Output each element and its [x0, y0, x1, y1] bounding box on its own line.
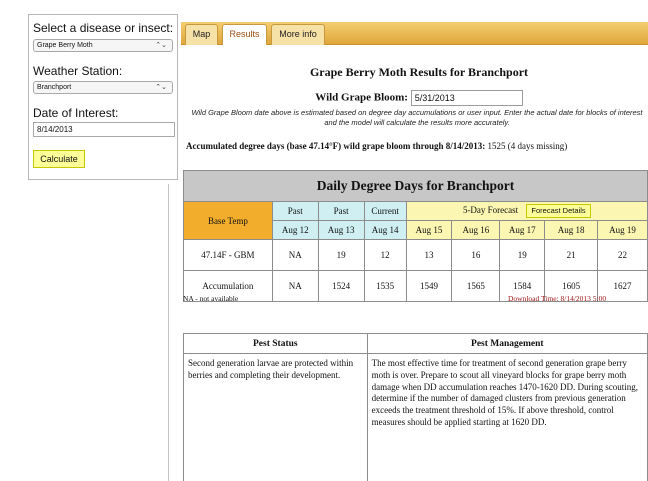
past-header: Past: [271, 201, 319, 221]
results-title: Grape Berry Moth Results for Branchport: [309, 65, 529, 79]
table-cell: 1565: [451, 270, 501, 302]
tab-results[interactable]: Results: [222, 24, 267, 45]
forecast-header: 5-Day Forecast Forecast Details: [405, 201, 648, 221]
date-header: Aug 12: [271, 220, 319, 240]
forecast-details-button[interactable]: Forecast Details: [526, 204, 591, 218]
disease-select-value: Grape Berry Moth: [37, 42, 93, 49]
station-select[interactable]: Branchport ⌃⌄: [33, 81, 173, 94]
table-cell: NA: [271, 239, 319, 271]
table-row: 47.14F - GBM NA 19 12 13 16 19 21 22: [183, 239, 648, 271]
bloom-note: Wild Grape Bloom date above is estimated…: [191, 108, 643, 127]
date-input[interactable]: 8/14/2013: [33, 122, 175, 137]
table-cell: NA: [271, 270, 319, 302]
table-cell: 19: [499, 239, 546, 271]
pest-management-header: Pest Management: [366, 333, 648, 354]
pest-status-text: Second generation larvae are protected w…: [183, 353, 368, 481]
accum-label: Accumulated degree days (base 47.14°F) w…: [186, 141, 486, 151]
row-label: 47.14F - GBM: [183, 239, 273, 271]
forecast-header-label: 5-Day Forecast: [462, 205, 519, 215]
pest-management-text: The most effective time for treatment of…: [366, 353, 648, 481]
select-arrows-icon: ⌃⌄: [155, 42, 167, 49]
table-cell: 1535: [363, 270, 407, 302]
degree-day-table: Daily Degree Days for Branchport Base Te…: [183, 170, 648, 302]
table-cell: 1549: [405, 270, 453, 302]
pest-status-header: Pest Status: [183, 333, 368, 354]
date-header: Aug 14: [363, 220, 407, 240]
column-divider: [168, 184, 169, 481]
past-header: Past: [317, 201, 365, 221]
table-cell: 21: [544, 239, 599, 271]
degree-day-table-title: Daily Degree Days for Branchport: [183, 170, 648, 202]
table-cell: 1524: [317, 270, 365, 302]
search-form-panel: Select a disease or insect: Grape Berry …: [28, 14, 178, 180]
table-cell: 19: [317, 239, 365, 271]
tab-more-info[interactable]: More info: [271, 24, 325, 45]
calculate-button[interactable]: Calculate: [33, 150, 85, 168]
date-header: Aug 13: [317, 220, 365, 240]
current-header: Current: [363, 201, 407, 221]
download-time: Download Time: 8/14/2013 5:00: [508, 294, 607, 303]
disease-label: Select a disease or insect:: [33, 21, 174, 35]
select-arrows-icon: ⌃⌄: [155, 84, 167, 91]
table-cell: 22: [597, 239, 648, 271]
bloom-date-input[interactable]: 5/31/2013: [410, 90, 523, 106]
base-temp-header: Base Temp: [183, 201, 273, 240]
pest-table: Pest Status Pest Management Second gener…: [183, 333, 648, 481]
bloom-label: Wild Grape Bloom:: [315, 91, 408, 104]
station-label: Weather Station:: [33, 64, 123, 78]
tab-bar: Map Results More info: [181, 22, 648, 45]
date-header: Aug 16: [451, 220, 501, 240]
date-header: Aug 17: [499, 220, 546, 240]
accumulated-degree-days: Accumulated degree days (base 47.14°F) w…: [186, 141, 648, 151]
date-header: Aug 19: [597, 220, 648, 240]
tab-map[interactable]: Map: [185, 24, 218, 45]
table-cell: 16: [451, 239, 501, 271]
date-label: Date of Interest:: [33, 106, 119, 120]
disease-select[interactable]: Grape Berry Moth ⌃⌄: [33, 39, 173, 52]
date-header: Aug 18: [544, 220, 599, 240]
table-cell: 12: [363, 239, 407, 271]
na-note: NA - not available: [183, 294, 239, 303]
date-header: Aug 15: [405, 220, 453, 240]
accum-value: 1525 (4 days missing): [487, 141, 568, 151]
station-select-value: Branchport: [37, 84, 72, 91]
bloom-row: Wild Grape Bloom: 5/31/2013: [190, 90, 648, 106]
table-cell: 13: [405, 239, 453, 271]
